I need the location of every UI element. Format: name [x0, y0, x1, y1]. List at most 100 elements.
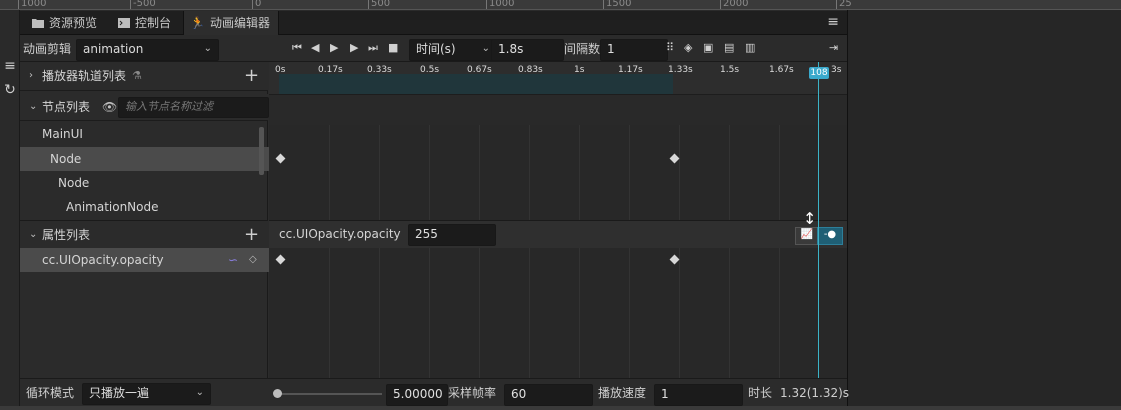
menu-icon[interactable]: ≡ — [3, 58, 17, 74]
tab-assets-preview[interactable]: 资源预览 — [26, 11, 105, 35]
chevron-right-icon: › — [29, 70, 33, 81]
refresh-icon[interactable]: ↻ — [3, 82, 17, 98]
keyframe-view-button[interactable]: -● — [817, 227, 843, 245]
right-empty-area — [847, 10, 1121, 410]
ruler-tick: 2000 — [720, 0, 748, 9]
time-cursor-label[interactable]: 108 — [809, 67, 829, 79]
zoom-input[interactable]: 5.00000 — [386, 384, 448, 406]
property-track-header: cc.UIOpacity.opacity 255 ↕ 📈 -● — [269, 209, 847, 250]
property-list-label: 属性列表 — [42, 228, 91, 242]
timeline-ruler[interactable]: 0s 0.17s 0.33s 0.5s 0.67s 0.83s 1s 1.17s… — [269, 62, 847, 95]
folder-icon — [32, 19, 44, 28]
ruler-tick: 25 — [836, 0, 852, 9]
time-tick: 0.67s — [467, 65, 492, 75]
zoom-slider-track[interactable] — [276, 393, 382, 395]
time-tick: 1.33s — [668, 65, 693, 75]
interval-input[interactable]: 1 — [600, 39, 668, 61]
play-speed-input[interactable]: 1 — [654, 384, 743, 406]
tab-animation-editor[interactable]: 🏃 动画编辑器 — [183, 11, 279, 35]
tree-node-mainui[interactable]: MainUI — [20, 122, 280, 146]
stop-icon[interactable]: ■ — [388, 41, 398, 55]
next-frame-icon[interactable]: ▶ — [350, 41, 358, 55]
node-list-label: 节点列表 — [42, 100, 91, 114]
sample-rate-input[interactable]: 60 — [504, 384, 593, 406]
exit-icon[interactable]: ⇥ — [829, 41, 838, 55]
ruler-tick: 500 — [368, 0, 390, 9]
tree-scrollbar[interactable] — [259, 127, 264, 175]
clip-select[interactable]: animation ⌄ — [76, 39, 219, 61]
property-track-name: cc.UIOpacity.opacity — [279, 227, 401, 241]
tree-node-node-child[interactable]: Node — [20, 171, 296, 195]
left-side-strip: ≡ ↻ — [0, 10, 20, 410]
keyframe-marker[interactable] — [275, 153, 286, 164]
clip-select-value: animation — [83, 42, 144, 56]
duration-value: 1.32(1.32)s — [780, 386, 850, 400]
prev-frame-icon[interactable]: ◀ — [311, 41, 319, 55]
add-icon[interactable]: + — [244, 67, 259, 85]
panel-menu-icon[interactable]: ≡ — [827, 14, 839, 30]
play-icon[interactable]: ▶ — [330, 41, 338, 55]
property-row[interactable]: cc.UIOpacity.opacity ∽ ◇ — [20, 248, 280, 272]
player-tracks-header[interactable]: › 播放器轨道列表 ⚗ + — [20, 62, 268, 91]
time-cursor-line[interactable] — [818, 62, 819, 378]
save-icon[interactable]: ▣ — [703, 41, 713, 55]
tab-console[interactable]: 控制台 — [112, 11, 179, 35]
zoom-slider-handle[interactable] — [273, 389, 282, 398]
time-tick: 0.17s — [318, 65, 343, 75]
curve-view-button[interactable]: 📈 — [795, 227, 819, 245]
bottom-bar: 循环模式 只播放一遍 ⌄ 5.00000 采样帧率 60 播放速度 1 时长 1… — [20, 378, 850, 408]
loop-mode-value: 只播放一遍 — [89, 386, 150, 400]
time-tick: 0.5s — [420, 65, 440, 75]
keyframe-add-icon[interactable]: ◈ — [684, 41, 692, 55]
chevron-down-icon: ⌄ — [195, 387, 204, 398]
resize-vertical-icon[interactable]: ↕ — [803, 209, 816, 228]
ruler-tick: 1000 — [486, 0, 514, 9]
tree-node-animationnode[interactable]: AnimationNode — [20, 195, 304, 219]
time-tick: 0.33s — [367, 65, 392, 75]
jump-first-icon[interactable]: ⏮ — [292, 41, 302, 55]
play-speed-label: 播放速度 — [598, 386, 647, 400]
node-filter-input[interactable]: 输入节点名称过滤 — [118, 97, 269, 118]
time-tick: 1.5s — [720, 65, 740, 75]
left-tree-panel: › 播放器轨道列表 ⚗ + ⌄ 节点列表 👁 输入节点名称过滤 MainUI N… — [20, 62, 288, 378]
interval-label: 间隔数 — [564, 42, 601, 56]
ruler-tick: 1000 — [18, 0, 46, 9]
property-list-header[interactable]: ⌄ 属性列表 + — [20, 220, 268, 250]
timeline-area[interactable]: 0s 0.17s 0.33s 0.5s 0.67s 0.83s 1s 1.17s… — [269, 62, 847, 378]
time-mode-select[interactable]: 时间(s) ⌄ — [409, 39, 497, 61]
chevron-down-icon: ⌄ — [481, 43, 490, 54]
duration-label: 时长 — [748, 386, 773, 400]
loop-mode-select[interactable]: 只播放一遍 ⌄ — [82, 383, 211, 405]
eye-icon[interactable]: 👁 — [102, 94, 117, 120]
property-track-grid[interactable] — [269, 248, 847, 378]
keyframe-marker[interactable] — [669, 153, 680, 164]
tab-label: 资源预览 — [49, 16, 98, 30]
time-mode-value: 时间(s) — [416, 42, 456, 56]
time-input[interactable]: 1.8s — [491, 39, 564, 61]
property-keyframe[interactable] — [669, 254, 680, 265]
grid-dots-icon[interactable]: ⠿ — [666, 41, 674, 55]
top-ruler: 1000 -500 0 500 1000 1500 2000 25 — [0, 0, 1121, 10]
time-tick: 1.17s — [618, 65, 643, 75]
tree-node-node[interactable]: Node — [20, 147, 288, 171]
time-tick: 0.83s — [518, 65, 543, 75]
node-list-header[interactable]: ⌄ 节点列表 👁 输入节点名称过滤 — [20, 94, 269, 121]
property-name: cc.UIOpacity.opacity — [42, 253, 164, 267]
chevron-down-icon: ⌄ — [29, 229, 38, 240]
node-track-grid[interactable] — [269, 125, 847, 220]
animation-toolbar: 动画剪辑 animation ⌄ ⏮ ◀ ▶ ▶ ⏭ ■ 时间(s) ⌄ 1.8… — [20, 36, 847, 62]
property-keyframe[interactable] — [275, 254, 286, 265]
sample-rate-label: 采样帧率 — [448, 386, 497, 400]
jump-last-icon[interactable]: ⏭ — [368, 41, 378, 55]
tab-bar: 资源预览 控制台 🏃 动画编辑器 ≡ — [20, 11, 847, 35]
player-tracks-label: 播放器轨道列表 — [42, 69, 127, 83]
add-property-icon[interactable]: + — [244, 226, 259, 244]
flask-icon: ⚗ — [132, 69, 142, 82]
list-icon[interactable]: ▤ — [724, 41, 734, 55]
doc-icon[interactable]: ▥ — [745, 41, 755, 55]
property-value-input[interactable]: 255 — [408, 224, 496, 246]
keyframe-diamond-icon[interactable]: ◇ — [249, 248, 257, 272]
curve-icon[interactable]: ∽ — [228, 248, 238, 272]
chevron-down-icon: ⌄ — [203, 43, 212, 54]
tab-label: 动画编辑器 — [209, 16, 270, 30]
